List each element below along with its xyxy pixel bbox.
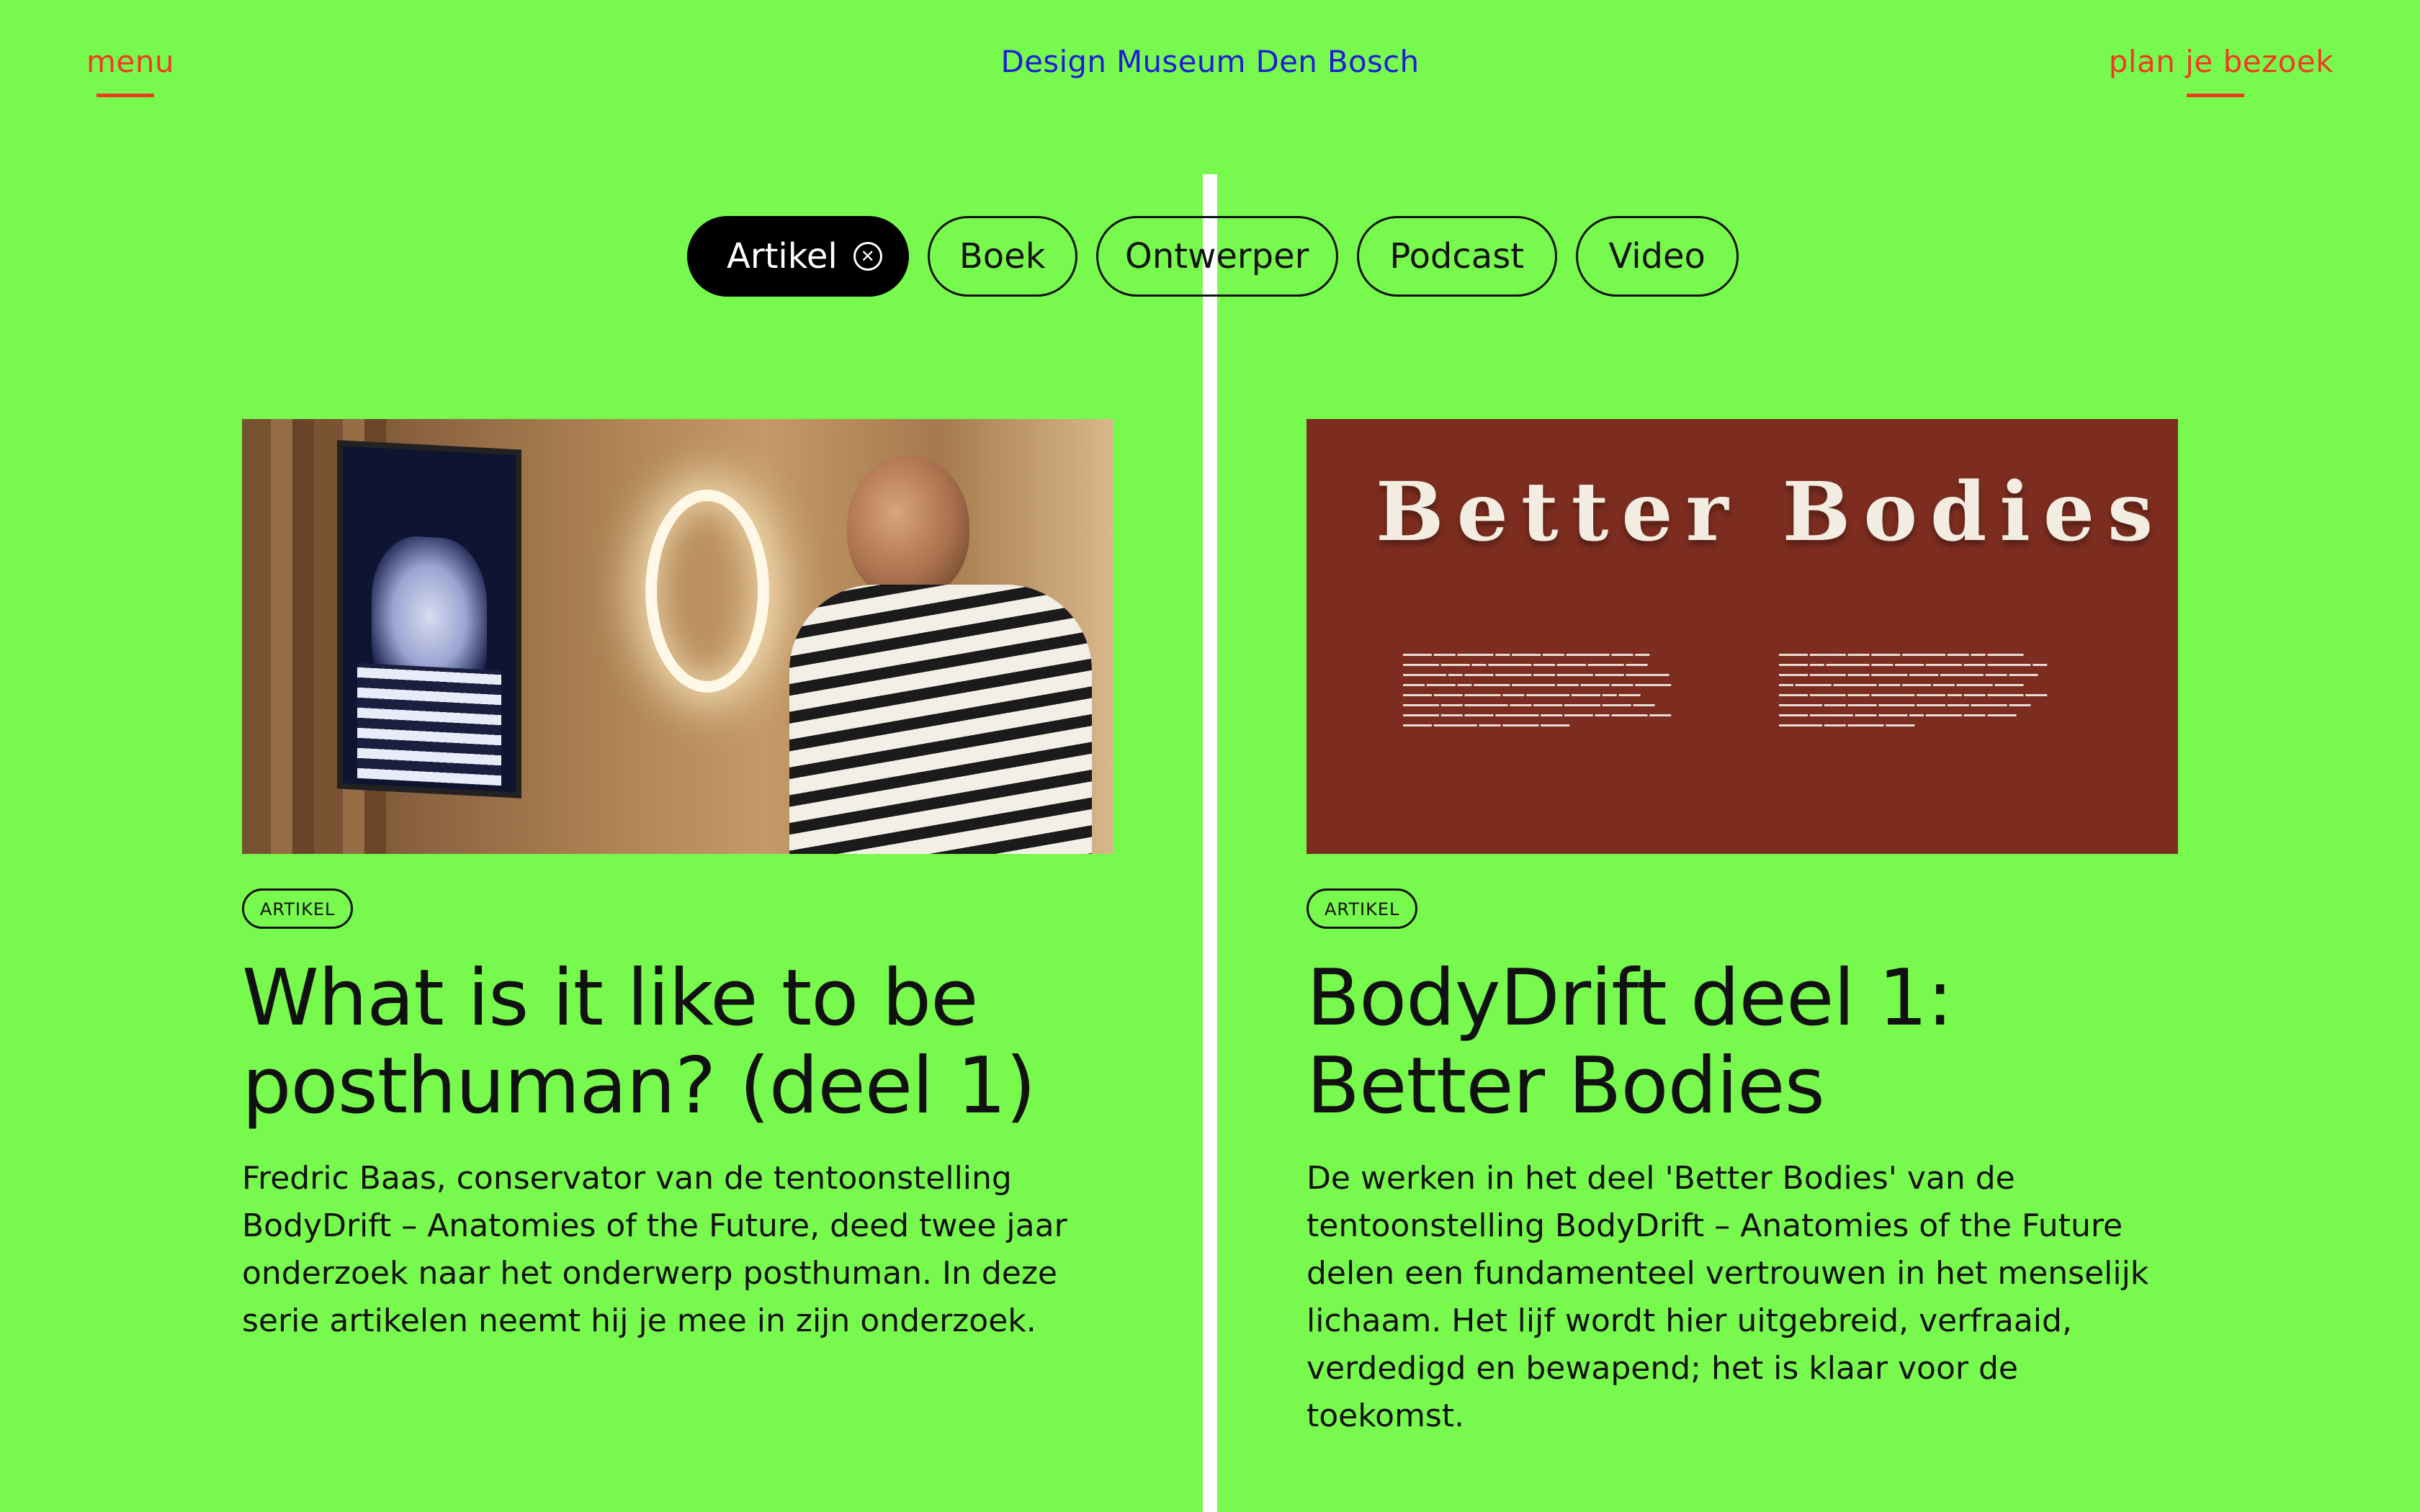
plan-visit-link[interactable]: plan je bezoek <box>2108 42 2334 97</box>
monitor-shape <box>337 440 521 798</box>
filter-bar: Artikel ✕ Boek Ontwerper Podcast Video <box>687 216 1739 297</box>
wall-text-right: ▬▬▬▬ ▬▬▬▬▬ ▬▬▬ ▬▬▬▬ ▬▬▬▬▬▬ ▬▬▬ ▬▬ ▬▬▬▬▬ … <box>1779 650 2048 729</box>
category-badge: ARTIKEL <box>242 888 354 929</box>
filter-podcast[interactable]: Podcast <box>1356 216 1557 297</box>
article-image[interactable] <box>242 419 1113 854</box>
article-image[interactable]: Better Bodies ▬▬▬▬ ▬▬▬ ▬▬▬▬▬ ▬▬ ▬▬▬▬ ▬▬▬… <box>1307 419 2178 854</box>
ring-light-shape <box>645 490 769 693</box>
article-description: Fredric Baas, conservator van de tentoon… <box>242 1160 1067 1339</box>
person-head-shape <box>847 455 969 599</box>
filter-artikel[interactable]: Artikel ✕ <box>687 216 909 297</box>
article-card[interactable]: Better Bodies ▬▬▬▬ ▬▬▬ ▬▬▬▬▬ ▬▬ ▬▬▬▬ ▬▬▬… <box>1307 419 2178 1440</box>
filter-podcast-label: Podcast <box>1389 236 1525 276</box>
site-title[interactable]: Design Museum Den Bosch <box>0 42 2420 82</box>
filter-video[interactable]: Video <box>1575 216 1739 297</box>
filter-boek-label: Boek <box>959 236 1046 276</box>
column-divider <box>1203 174 1217 1512</box>
article-card[interactable]: ARTIKEL What is it like to be posthuman?… <box>242 419 1113 1345</box>
filter-artikel-label: Artikel <box>727 236 838 276</box>
article-description: De werken in het deel 'Better Bodies' va… <box>1307 1160 2149 1434</box>
monitor-body-shape <box>357 662 501 786</box>
plan-visit-label: plan je bezoek <box>2108 44 2334 79</box>
plan-visit-underline <box>2186 94 2244 97</box>
filter-video-label: Video <box>1608 236 1706 276</box>
category-badge: ARTIKEL <box>1307 888 1418 929</box>
close-circle-icon[interactable]: ✕ <box>853 242 882 271</box>
filter-boek[interactable]: Boek <box>927 216 1077 297</box>
article-title[interactable]: BodyDrift deel 1: Better Bodies <box>1307 955 2178 1130</box>
filter-ontwerper-label: Ontwerper <box>1125 236 1309 276</box>
person-body-shape <box>789 585 1092 854</box>
wall-text-left: ▬▬▬▬ ▬▬▬ ▬▬▬▬▬ ▬▬ ▬▬▬▬ ▬▬▬ ▬▬▬▬▬▬ ▬▬▬ ▬▬… <box>1403 650 1672 729</box>
filter-ontwerper[interactable]: Ontwerper <box>1095 216 1338 297</box>
menu-underline <box>97 94 154 97</box>
image-heading: Better Bodies <box>1376 465 2166 559</box>
article-title[interactable]: What is it like to be posthuman? (deel 1… <box>242 955 1113 1130</box>
